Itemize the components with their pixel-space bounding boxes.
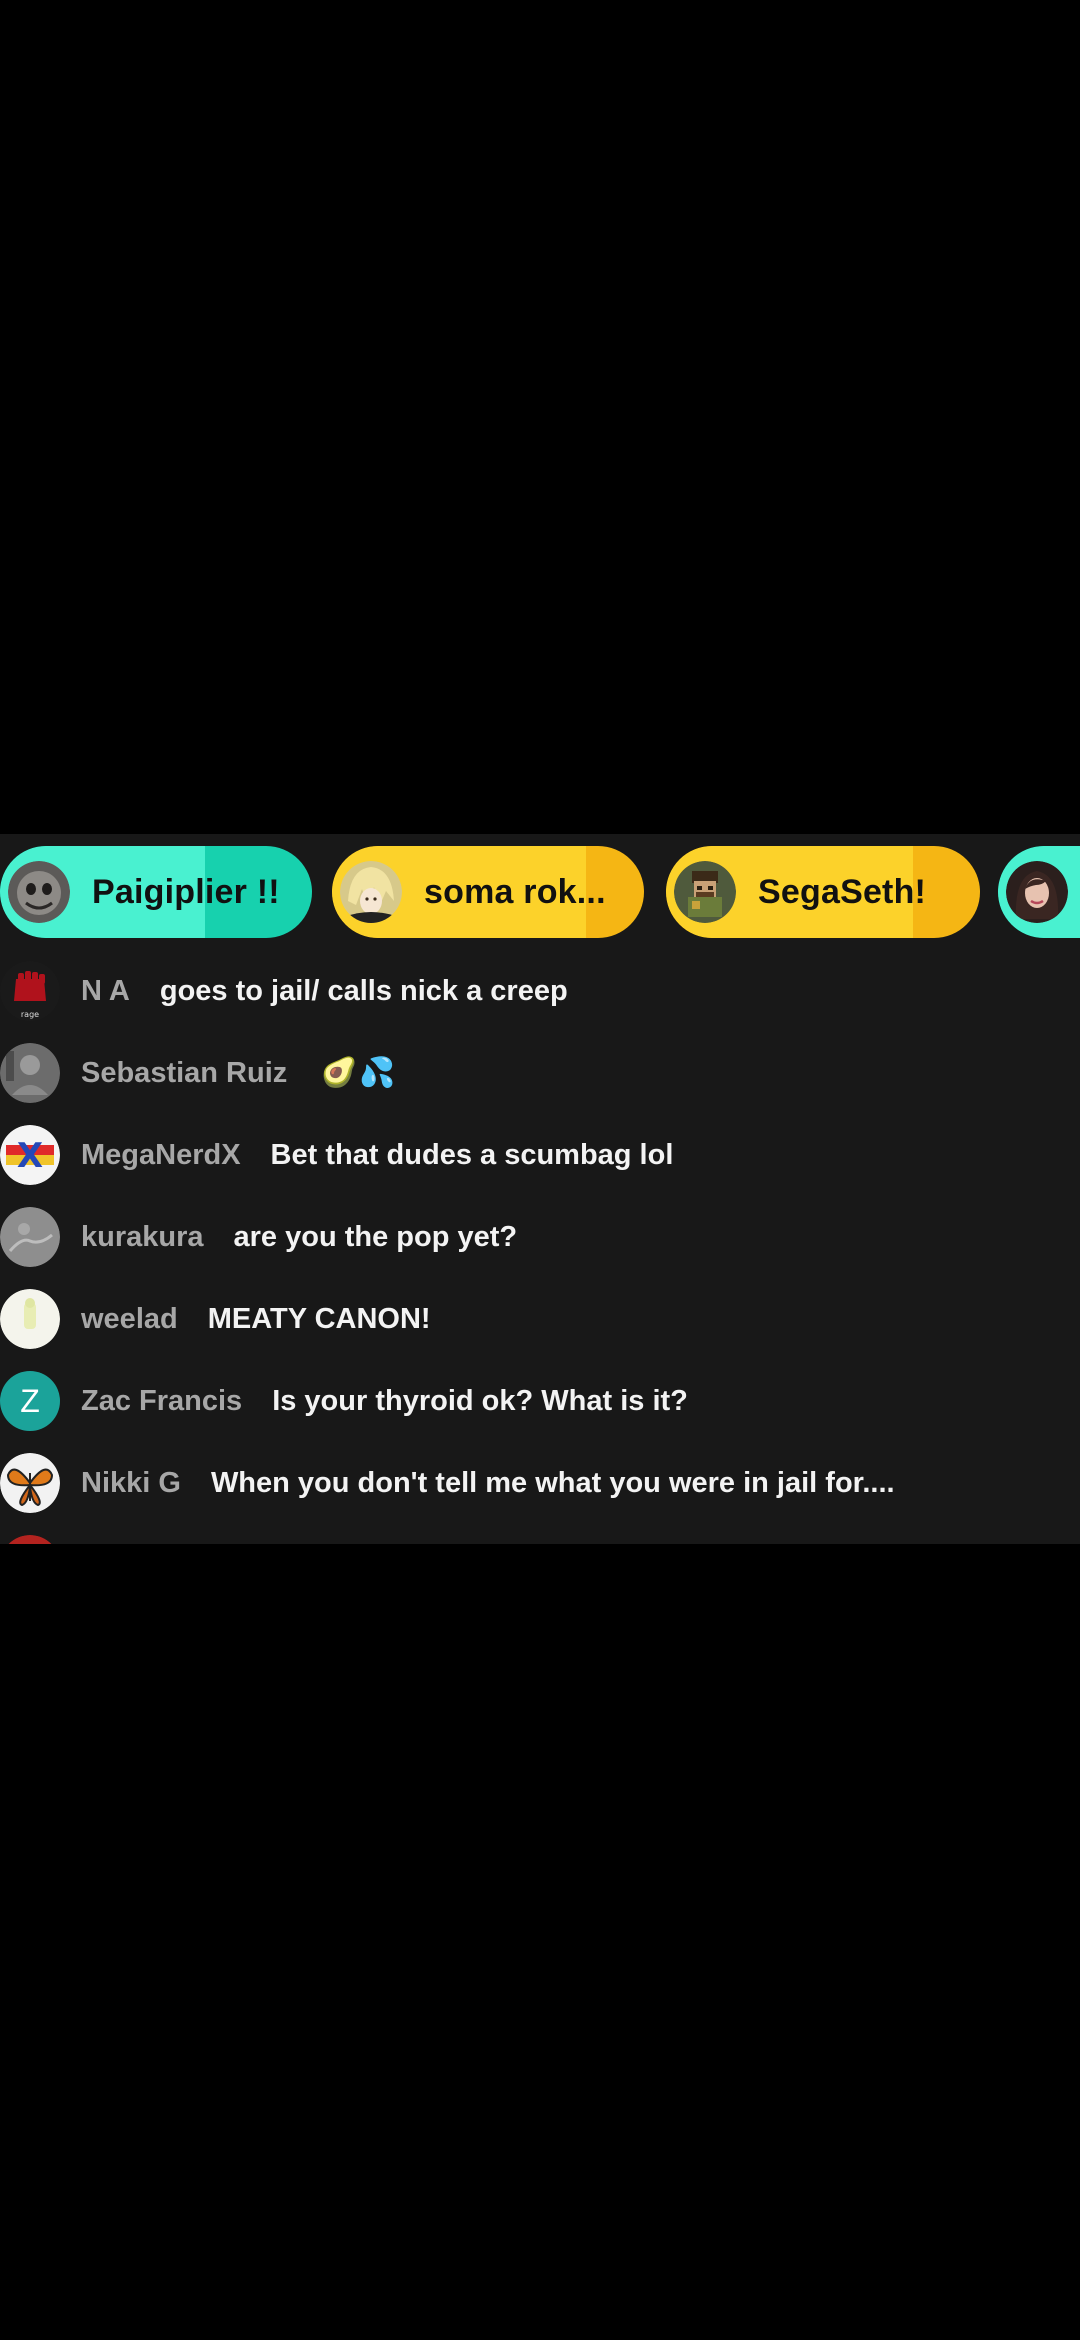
chat-username[interactable]: Nikki G	[81, 1467, 181, 1500]
red-fist-avatar-icon[interactable]: rage	[0, 961, 60, 1021]
red-avatar-icon[interactable]	[0, 1535, 60, 1544]
blonde-anime-avatar-icon	[340, 861, 402, 923]
chat-text: 🥑💦	[321, 1057, 398, 1089]
chat-text: When you don't tell me what you were in …	[210, 1466, 895, 1499]
avatar-letter: X	[17, 1136, 43, 1176]
light-figure-avatar-icon[interactable]	[0, 1289, 60, 1349]
letter-z-avatar-icon[interactable]: Z	[0, 1371, 60, 1431]
gifter-pill-4[interactable]	[998, 846, 1080, 938]
chat-text: goes to jail/ calls nick a creep	[159, 974, 568, 1007]
gifter-pill-2[interactable]: soma rok...	[332, 846, 644, 938]
chat-message: kurakura are you the pop yet?	[0, 1206, 1080, 1268]
chat-username[interactable]: kurakura	[81, 1221, 204, 1254]
woman-portrait-avatar-icon	[1006, 861, 1068, 923]
gifter-name: soma rok...	[424, 872, 606, 911]
top-gifters-row[interactable]: Paigiplier !! soma rok... SegaSeth!	[0, 846, 1080, 940]
gifter-pill-1[interactable]: Paigiplier !!	[0, 846, 312, 938]
chat-text: are you the pop yet?	[233, 1220, 518, 1253]
chat-username[interactable]: Sebastian Ruiz	[81, 1057, 287, 1090]
gifter-pill-3[interactable]: SegaSeth!	[666, 846, 980, 938]
chat-message-partial	[0, 1534, 1080, 1544]
chat-message: weelad MEATY CANON!	[0, 1288, 1080, 1350]
chat-message: X MegaNerdX Bet that dudes a scumbag lol	[0, 1124, 1080, 1186]
chat-message: Sebastian Ruiz 🥑💦	[0, 1042, 1080, 1104]
chat-username[interactable]: Zac Francis	[81, 1385, 242, 1418]
grey-photo-avatar-icon[interactable]	[0, 1043, 60, 1103]
chat-username[interactable]: N A	[81, 975, 130, 1008]
chat-message: Nikki G When you don't tell me what you …	[0, 1452, 1080, 1514]
screen: Paigiplier !! soma rok... SegaSeth! rage…	[0, 0, 1080, 2340]
chat-username[interactable]: weelad	[81, 1303, 178, 1336]
chat-text: MEATY CANON!	[207, 1302, 431, 1335]
avatar-caption: rage	[21, 1010, 39, 1019]
chat-username[interactable]: MegaNerdX	[81, 1139, 241, 1172]
gifter-name: SegaSeth!	[758, 872, 927, 911]
chat-message: rage N A goes to jail/ calls nick a cree…	[0, 960, 1080, 1022]
pixel-character-avatar-icon	[674, 861, 736, 923]
gifter-name: Paigiplier !!	[92, 872, 280, 911]
creepy-face-avatar-icon	[8, 861, 70, 923]
chat-message: Z Zac Francis Is your thyroid ok? What i…	[0, 1370, 1080, 1432]
grey-sketch-avatar-icon[interactable]	[0, 1207, 60, 1267]
butterfly-avatar-icon[interactable]	[0, 1453, 60, 1513]
avatar-letter: Z	[20, 1382, 40, 1419]
chat-text: Is your thyroid ok? What is it?	[272, 1384, 688, 1417]
chat-text: Bet that dudes a scumbag lol	[270, 1138, 674, 1171]
live-chat-panel: Paigiplier !! soma rok... SegaSeth! rage…	[0, 834, 1080, 1544]
x-logo-avatar-icon[interactable]: X	[0, 1125, 60, 1185]
